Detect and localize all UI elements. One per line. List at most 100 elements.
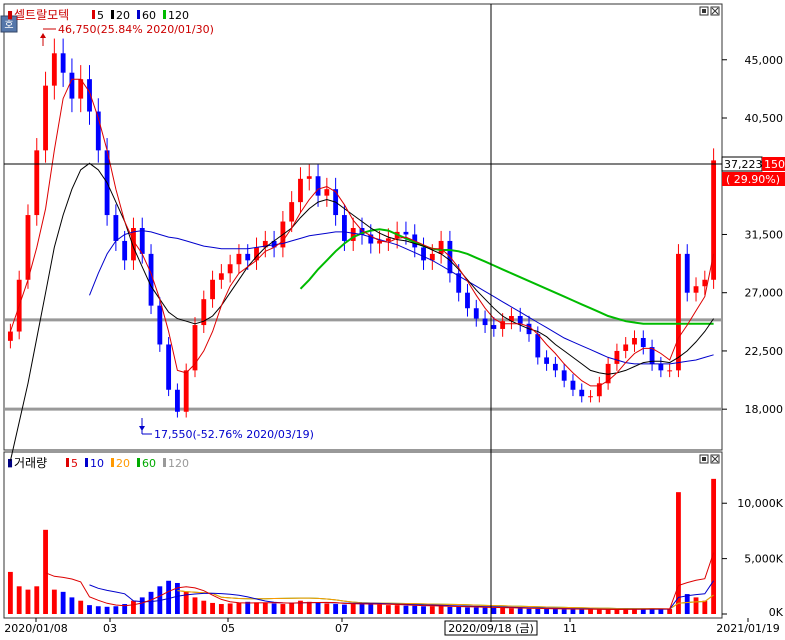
candle-body <box>157 305 163 345</box>
volume-tick-label: 10,000K <box>737 497 783 510</box>
volume-bar <box>544 608 550 614</box>
candle-body <box>552 363 558 371</box>
candle-body <box>218 273 224 280</box>
price-tick-label: 45,000 <box>745 54 784 67</box>
candle-body <box>491 325 497 329</box>
candle-body <box>588 396 593 398</box>
candle-body <box>298 178 303 203</box>
ma-legend-label-120: 120 <box>168 9 189 22</box>
volume-bar <box>227 603 233 614</box>
volume-title: 거래량 <box>14 456 47 470</box>
volume-bar <box>342 604 347 614</box>
candle-body <box>60 53 66 73</box>
volume-panel-frame <box>3 451 723 619</box>
candle-body <box>640 338 646 348</box>
candle-body <box>236 253 242 265</box>
volume-bar <box>7 571 13 614</box>
candle-body <box>210 279 215 300</box>
candle-body <box>438 240 444 254</box>
low-annotation: 17,550(-52.76% 2020/03/19) <box>154 428 314 441</box>
x-tick-label: 03 <box>103 622 117 635</box>
candle-body <box>702 279 708 287</box>
volume-bar <box>51 589 57 614</box>
volume-bar <box>254 602 259 614</box>
candle-body <box>245 253 251 261</box>
volume-bar <box>570 609 576 614</box>
candle-body <box>535 334 541 358</box>
volume-bar <box>579 609 585 614</box>
volume-bar <box>359 603 365 614</box>
volume-bar <box>394 605 400 614</box>
volume-bar <box>412 605 418 614</box>
volume-bar <box>473 607 479 614</box>
volume-bar <box>667 609 673 614</box>
volume-bar <box>605 609 611 614</box>
candle-body <box>579 389 585 397</box>
volume-bar <box>87 605 92 614</box>
volume-bar <box>377 604 382 614</box>
volume-bar <box>711 478 717 614</box>
volume-bar <box>148 591 154 614</box>
candle-body <box>482 318 488 326</box>
candle-body <box>632 338 637 345</box>
volume-bar <box>210 602 215 614</box>
volume-bar <box>447 606 453 614</box>
candle-body <box>7 331 13 341</box>
price-tick-label: 40,500 <box>745 112 784 125</box>
volume-bar <box>482 607 488 614</box>
volume-bar <box>509 608 514 614</box>
x-tick-label: 05 <box>221 622 235 635</box>
candle-body <box>570 380 576 390</box>
x-tick-label: 2020/09/18 (금) <box>448 622 534 635</box>
volume-bar <box>702 600 708 614</box>
candle-body <box>87 79 92 112</box>
volume-bar <box>25 589 31 614</box>
price-tick-label: 27,000 <box>745 287 784 300</box>
volume-bar <box>166 580 172 614</box>
volume-bar <box>526 608 532 614</box>
volume-bar <box>95 606 101 614</box>
volume-legend-marker: ▮ <box>7 456 13 469</box>
volume-bar <box>596 609 602 614</box>
ma-legend-swatch-20 <box>111 10 114 19</box>
vol-legend-swatch-60 <box>137 458 140 467</box>
vol-legend-label-10: 10 <box>90 457 104 470</box>
candle-body <box>385 238 391 241</box>
candle-body <box>614 350 620 364</box>
x-tick-label: 11 <box>563 622 577 635</box>
volume-bar <box>271 603 277 614</box>
volume-bar <box>552 609 558 614</box>
vol-legend-swatch-10 <box>85 458 88 467</box>
volume-bar <box>561 609 567 614</box>
vol-legend-label-60: 60 <box>142 457 156 470</box>
candle-body <box>676 253 681 371</box>
volume-bar <box>192 597 198 614</box>
volume-bar <box>465 607 470 614</box>
volume-bar <box>614 609 620 614</box>
volume-bar <box>113 606 119 614</box>
volume-bar <box>491 607 497 614</box>
price-tick-label: 18,000 <box>745 403 784 416</box>
candle-body <box>174 389 180 412</box>
vol-legend-label-5: 5 <box>71 457 78 470</box>
ma-legend-label-60: 60 <box>142 9 156 22</box>
volume-bar <box>218 604 224 614</box>
high-annotation: 46,750(25.84% 2020/01/30) <box>58 23 214 36</box>
volume-bar <box>16 586 22 614</box>
vol-legend-swatch-5 <box>66 458 69 467</box>
current-suffix: 150 <box>764 158 785 171</box>
volume-bar <box>139 597 145 614</box>
candle-body <box>289 202 295 222</box>
candle-body <box>139 228 145 254</box>
stock-name: 셀트랄모텍 <box>14 8 69 22</box>
chart-root: 호 ▮ 셀트랄모텍 5 20 60 120 ▮ 거래량 5 10 20 60 120 45,0… <box>0 0 785 636</box>
candle-body <box>623 344 629 351</box>
volume-bar <box>324 603 330 614</box>
ma-legend-swatch-5 <box>92 10 95 19</box>
volume-bar <box>385 605 391 614</box>
price-tick-label: 22,500 <box>745 345 784 358</box>
candle-body <box>227 264 233 274</box>
volume-bar <box>368 604 374 614</box>
volume-bar <box>658 609 664 614</box>
chart-canvas: 호 ▮ 셀트랄모텍 5 20 60 120 ▮ 거래량 5 10 20 60 120 45,0… <box>0 0 785 636</box>
